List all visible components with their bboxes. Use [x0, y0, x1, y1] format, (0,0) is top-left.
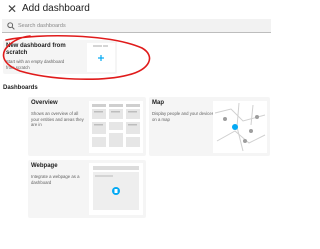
map-preview	[213, 101, 267, 153]
search-bar	[2, 19, 271, 33]
map-card[interactable]: Map Display people and your devices on a…	[149, 97, 270, 156]
webpage-title: Webpage	[31, 163, 58, 169]
new-dashboard-title: New dashboard from scratch	[6, 43, 66, 56]
overview-preview	[89, 101, 143, 153]
add-dashboard-dialog: ✕ Add dashboard New dashboard from scrat…	[0, 0, 273, 249]
plus-icon	[98, 55, 104, 61]
new-dashboard-description: Start with an empty dashboard from scrat…	[6, 59, 65, 70]
overview-title: Overview	[31, 100, 58, 106]
search-icon	[7, 22, 15, 30]
dialog-header: ✕ Add dashboard	[0, 0, 273, 18]
section-title-dashboards: Dashboards	[3, 85, 38, 91]
new-dashboard-preview	[87, 43, 115, 72]
webpage-preview	[89, 163, 143, 215]
webpage-description: Integrate a webpage as a dashboard	[31, 174, 80, 185]
webpage-card[interactable]: Webpage Integrate a webpage as a dashboa…	[28, 160, 146, 218]
map-title: Map	[152, 100, 164, 106]
overview-card[interactable]: Overview Shows an overview of all your e…	[28, 97, 146, 156]
search-input[interactable]	[18, 20, 258, 32]
close-icon[interactable]: ✕	[6, 3, 18, 15]
map-description: Display people and your devices on a map	[152, 111, 214, 122]
overview-description: Shows an overview of all your entities a…	[31, 111, 84, 127]
new-dashboard-card[interactable]: New dashboard from scratch Start with an…	[3, 40, 117, 74]
dialog-title: Add dashboard	[22, 3, 90, 14]
